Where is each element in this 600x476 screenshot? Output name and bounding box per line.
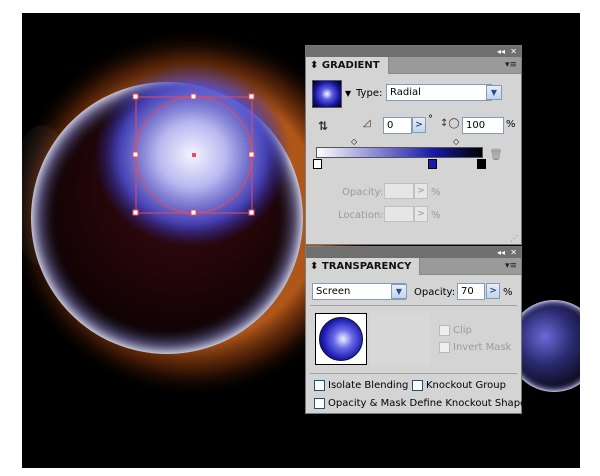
midpoint-diamond-right[interactable]: ◇: [453, 137, 459, 146]
transparency-opacity-stepper[interactable]: >: [486, 283, 500, 299]
mask-area[interactable]: [370, 313, 430, 365]
opacity-mask-knockout-checkbox[interactable]: [314, 398, 325, 409]
transparency-panel-titlebar[interactable]: ◂◂ ✕: [306, 247, 521, 258]
color-stop-blue[interactable]: [428, 159, 437, 169]
close-icon[interactable]: ✕: [510, 247, 517, 258]
location-unit: %: [431, 210, 441, 221]
transparency-opacity-label: Opacity:: [414, 287, 456, 298]
gradient-opacity-label: Opacity:: [342, 187, 384, 198]
gradient-panel: ◂◂ ✕ ⬍ GRADIENT ▾≡ ▼ Type: Radial ▼ ⇅ ◿ …: [305, 45, 522, 245]
transparency-opacity-input[interactable]: 70: [457, 283, 485, 300]
collapse-icon[interactable]: ◂◂: [497, 46, 505, 57]
aspect-ratio-unit: %: [506, 119, 516, 130]
close-icon[interactable]: ✕: [510, 46, 517, 57]
type-select[interactable]: Radial: [386, 84, 492, 101]
transparency-panel-title: TRANSPARENCY: [321, 261, 412, 272]
swatch-dropdown-icon[interactable]: ▼: [345, 89, 351, 98]
thumbnail-sphere: [319, 317, 363, 361]
object-thumbnail[interactable]: [315, 313, 367, 365]
transparency-opacity-unit: %: [503, 287, 513, 298]
clip-label: Clip: [453, 325, 472, 336]
gradient-opacity-stepper[interactable]: >: [414, 183, 428, 199]
panel-menu-icon[interactable]: ▾≡: [505, 60, 517, 70]
knockout-group-label: Knockout Group: [426, 380, 506, 391]
tab-stepper-icon: ⬍: [310, 261, 319, 272]
midpoint-diamond-left[interactable]: ◇: [351, 137, 357, 146]
reverse-gradient-icon[interactable]: ⇅: [318, 119, 328, 133]
tab-gradient[interactable]: ⬍ GRADIENT: [306, 57, 389, 74]
gradient-swatch[interactable]: [312, 80, 342, 108]
gradient-opacity-input[interactable]: [384, 183, 414, 199]
clip-checkbox[interactable]: [439, 325, 450, 336]
delete-stop-icon[interactable]: 🗑: [489, 148, 503, 161]
transparency-panel: ◂◂ ✕ ⬍ TRANSPARENCY ▾≡ Screen ▼ Opacity:…: [305, 246, 526, 414]
location-input[interactable]: [384, 206, 414, 222]
type-select-chevron-icon[interactable]: ▼: [486, 85, 502, 100]
type-label: Type:: [356, 88, 383, 99]
angle-icon: ◿: [363, 118, 371, 129]
tab-stepper-icon: ⬍: [310, 60, 319, 71]
knockout-group-checkbox[interactable]: [412, 380, 423, 391]
location-label: Location:: [338, 210, 384, 221]
tab-transparency[interactable]: ⬍ TRANSPARENCY: [306, 258, 421, 275]
gradient-opacity-unit: %: [431, 187, 441, 198]
gradient-panel-title: GRADIENT: [321, 60, 380, 71]
angle-unit: °: [428, 114, 433, 125]
isolate-blending-label: Isolate Blending: [328, 380, 409, 391]
color-stop-black[interactable]: [477, 159, 486, 169]
blend-mode-chevron-icon[interactable]: ▼: [391, 284, 407, 299]
opacity-mask-knockout-label: Opacity & Mask Define Knockout Shape: [328, 398, 527, 409]
aspect-ratio-icon: ↕◯: [440, 118, 460, 129]
resize-grip-icon[interactable]: ⋰: [510, 234, 518, 243]
panel-menu-icon[interactable]: ▾≡: [505, 261, 517, 271]
gradient-slider-bar[interactable]: [316, 147, 483, 158]
invert-mask-checkbox[interactable]: [439, 342, 450, 353]
color-stop-white[interactable]: [313, 159, 322, 169]
angle-input[interactable]: 0: [383, 117, 412, 134]
isolate-blending-checkbox[interactable]: [314, 380, 325, 391]
angle-stepper-button[interactable]: >: [412, 117, 426, 133]
gradient-panel-titlebar[interactable]: ◂◂ ✕: [306, 46, 521, 57]
invert-mask-label: Invert Mask: [453, 342, 512, 353]
location-stepper[interactable]: >: [414, 206, 428, 222]
collapse-icon[interactable]: ◂◂: [497, 247, 505, 258]
aspect-ratio-input[interactable]: 100: [462, 117, 504, 134]
